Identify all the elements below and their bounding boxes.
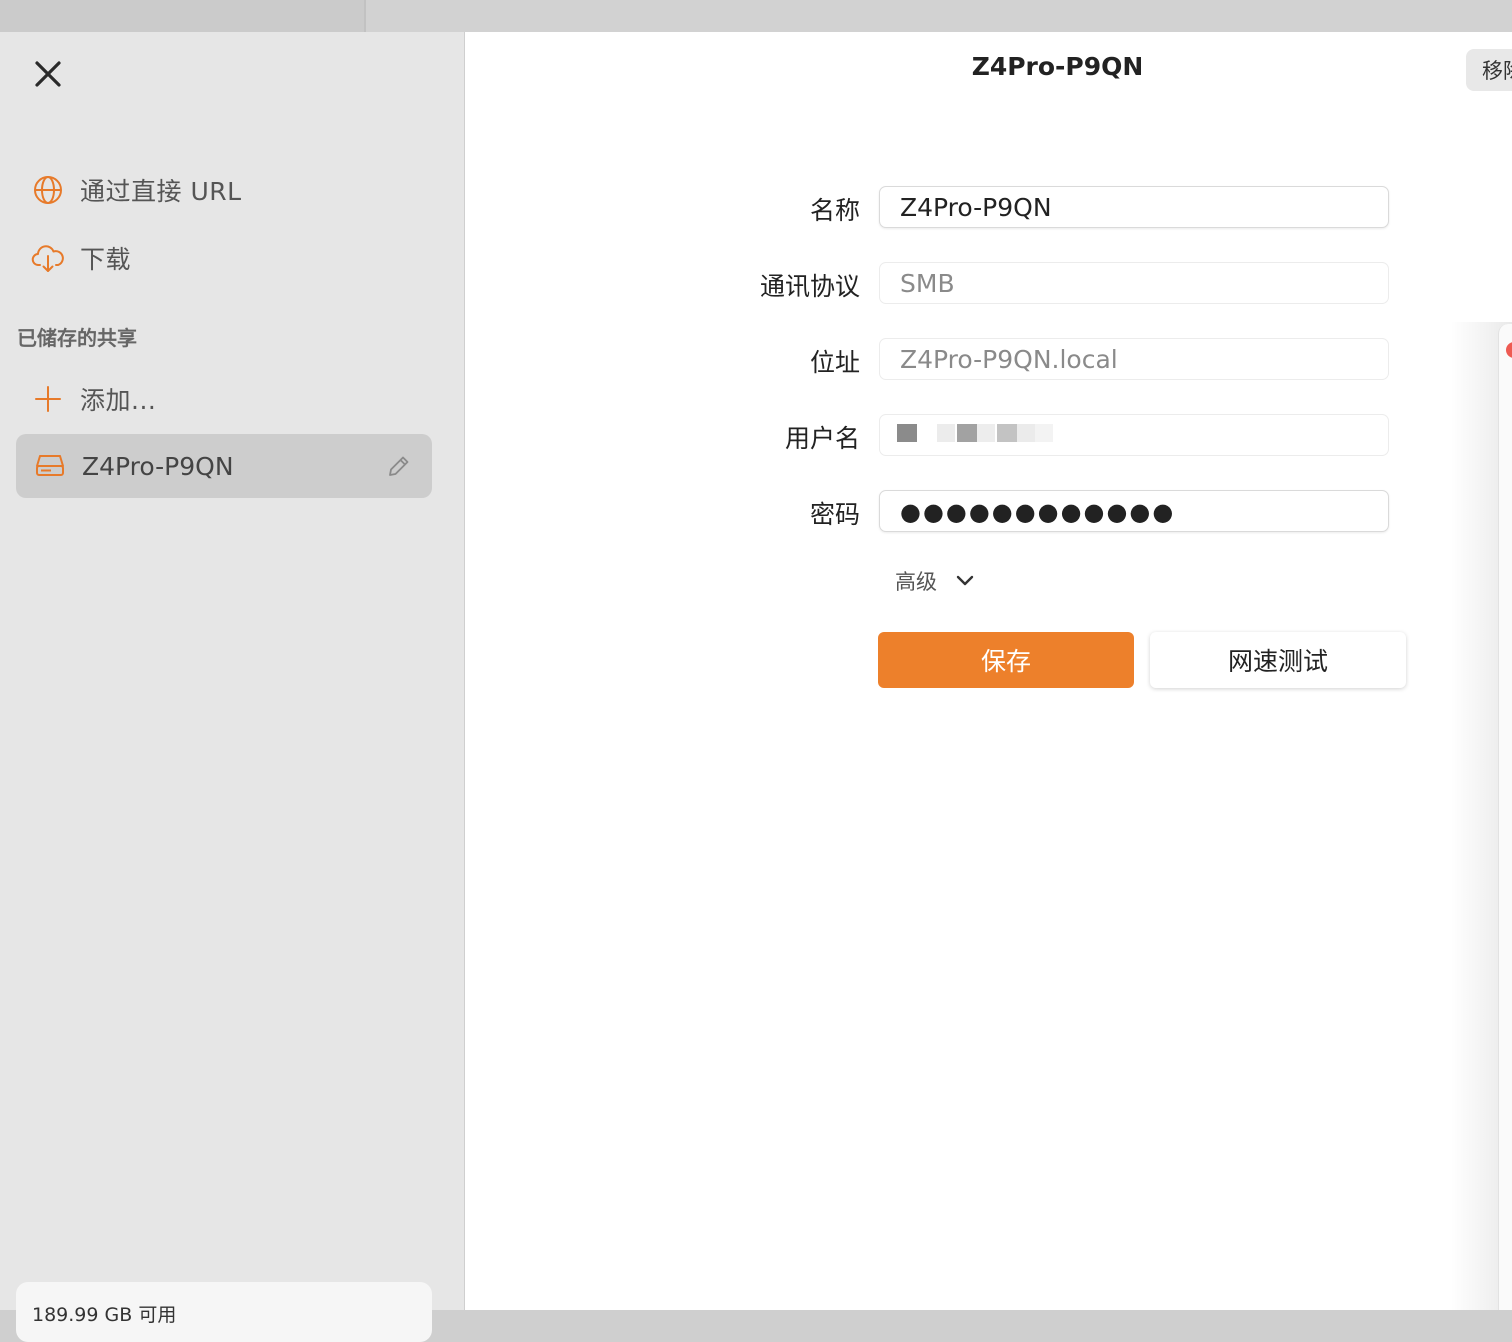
- remove-button[interactable]: 移除: [1466, 49, 1512, 91]
- top-strip-segment: [366, 0, 1512, 32]
- advanced-label: 高级: [895, 570, 937, 594]
- cloud-download-icon: [30, 240, 66, 276]
- sidebar: 通过直接 URL 下载 已储存的共享 添加... Z4Pro-P9QN 189.…: [0, 32, 465, 1342]
- storage-available-text: 189.99 GB 可用: [32, 1304, 177, 1326]
- sidebar-item-label: 下载: [80, 245, 132, 274]
- plus-icon: [30, 381, 66, 417]
- server-icon: [32, 448, 68, 484]
- saved-shares-section-title: 已储存的共享: [17, 326, 137, 350]
- sidebar-item-download[interactable]: 下载: [30, 236, 131, 280]
- close-icon: [35, 61, 61, 87]
- chevron-down-icon: [956, 575, 974, 586]
- sidebar-item-direct-url[interactable]: 通过直接 URL: [30, 168, 242, 212]
- sidebar-item-z4pro-p9qn[interactable]: Z4Pro-P9QN: [16, 434, 432, 498]
- add-share-label: 添加...: [80, 386, 157, 415]
- name-field[interactable]: [879, 186, 1389, 228]
- redacted-username-mosaic: [897, 424, 1053, 442]
- main-panel: Z4Pro-P9QN 移除 名称 通讯协议 位址 用户名 密码 高级 保存 网速…: [465, 32, 1512, 1310]
- add-share-button[interactable]: 添加...: [30, 377, 156, 421]
- sidebar-item-label: 通过直接 URL: [80, 177, 242, 206]
- password-label: 密码: [809, 500, 860, 529]
- storage-card: 189.99 GB 可用: [16, 1282, 432, 1342]
- globe-icon: [30, 172, 66, 208]
- page-title: Z4Pro-P9QN: [971, 52, 1144, 81]
- advanced-toggle[interactable]: 高级: [895, 566, 975, 596]
- pencil-icon[interactable]: [384, 451, 414, 481]
- save-button[interactable]: 保存: [878, 632, 1134, 688]
- overlapping-window-edge: [1498, 324, 1512, 1310]
- protocol-field: [879, 262, 1389, 304]
- sidebar-item-label: Z4Pro-P9QN: [82, 451, 234, 481]
- username-label: 用户名: [784, 424, 860, 453]
- speed-test-button[interactable]: 网速测试: [1150, 632, 1406, 688]
- name-label: 名称: [809, 196, 860, 225]
- address-field: [879, 338, 1389, 380]
- password-field[interactable]: [879, 490, 1389, 532]
- close-button[interactable]: [28, 54, 68, 94]
- window-top-strip: [0, 0, 1512, 32]
- address-label: 位址: [809, 348, 860, 377]
- protocol-label: 通讯协议: [759, 272, 860, 301]
